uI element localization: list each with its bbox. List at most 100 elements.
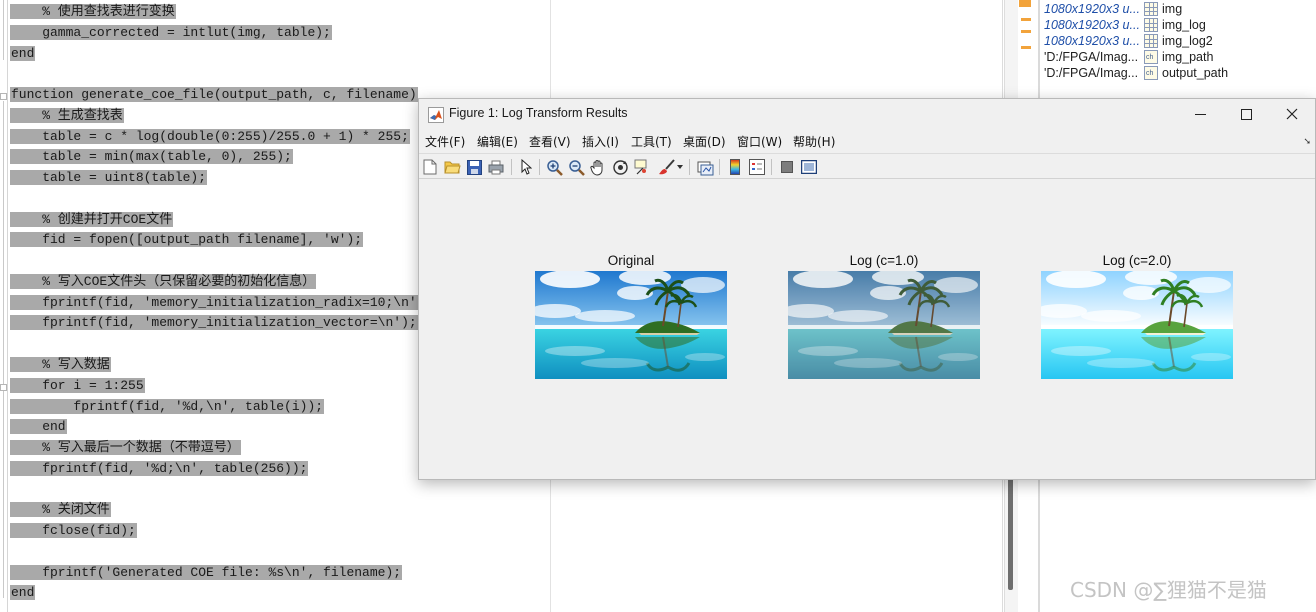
- code-line[interactable]: % 使用查找表进行变换: [10, 2, 1004, 23]
- code-line[interactable]: gamma_corrected = intlut(img, table);: [10, 23, 1004, 44]
- menu-edit[interactable]: 编辑(E): [477, 133, 518, 150]
- code-line[interactable]: [10, 480, 1004, 501]
- code-line[interactable]: [10, 542, 1004, 563]
- close-button[interactable]: [1269, 99, 1315, 129]
- watermark: CSDN @∑狸猫不是猫: [1070, 578, 1267, 602]
- image-log-c1[interactable]: [788, 271, 980, 379]
- char-variable-icon: [1144, 50, 1158, 66]
- workspace-variable-row[interactable]: 'D:/FPGA/Imag... img_path: [1040, 49, 1316, 66]
- toolbar-separator: [539, 159, 540, 175]
- workspace-variable-value: 'D:/FPGA/Imag...: [1044, 66, 1139, 80]
- menu-help[interactable]: 帮助(H): [793, 133, 835, 150]
- pan-hand-icon[interactable]: [589, 158, 607, 176]
- code-analyzer-mark[interactable]: [1021, 30, 1031, 33]
- code-line-text: fprintf('Generated COE file: %s\n', file…: [10, 564, 403, 580]
- axes-title-log1: Log (c=1.0): [849, 253, 919, 268]
- brush-icon[interactable]: [657, 158, 675, 176]
- axes-title-log2: Log (c=2.0): [1102, 253, 1172, 268]
- code-line-text: end: [10, 419, 67, 435]
- workspace-variable-row[interactable]: 1080x1920x3 u... img: [1040, 1, 1316, 17]
- code-line[interactable]: end: [10, 44, 1004, 65]
- hide-plot-tools-icon[interactable]: [778, 158, 796, 176]
- menu-window[interactable]: 窗口(W): [737, 133, 782, 150]
- image-log-c2[interactable]: [1041, 271, 1233, 379]
- new-file-icon[interactable]: [421, 158, 439, 176]
- axes-title-original: Original: [607, 253, 655, 268]
- figure-menubar: 文件(F) 编辑(E) 查看(V) 插入(I) 工具(T) 桌面(D) 窗口(W…: [419, 131, 1315, 152]
- open-file-icon[interactable]: [443, 158, 461, 176]
- code-line-text: fprintf(fid, 'memory_initialization_vect…: [10, 315, 418, 331]
- workspace-variable-value: 1080x1920x3 u...: [1044, 34, 1140, 48]
- fold-guide-line: [3, 101, 4, 598]
- code-line[interactable]: % 关闭文件: [10, 500, 1004, 521]
- code-line-text: fprintf(fid, '%d,\n', table(i));: [10, 398, 325, 414]
- workspace-variable-row[interactable]: 1080x1920x3 u... img_log2: [1040, 33, 1316, 49]
- code-line-text: gamma_corrected = intlut(img, table);: [10, 24, 332, 40]
- workspace-variable-name: output_path: [1162, 66, 1229, 80]
- menu-insert[interactable]: 插入(I): [582, 133, 619, 150]
- code-line-text: fid = fopen([output_path filename], 'w')…: [10, 232, 364, 248]
- select-arrow-icon[interactable]: [517, 158, 535, 176]
- code-line-text: fprintf(fid, '%d;\n', table(256));: [10, 460, 309, 476]
- code-line-text: fclose(fid);: [10, 523, 137, 539]
- figure-titlebar[interactable]: Figure 1: Log Transform Results: [419, 99, 1315, 129]
- toolbar-separator: [689, 159, 690, 175]
- show-plot-tools-icon[interactable]: [800, 158, 818, 176]
- code-line[interactable]: fclose(fid);: [10, 521, 1004, 542]
- toolbar-separator: [511, 159, 512, 175]
- data-cursor-icon[interactable]: [633, 158, 651, 176]
- code-line-text: fprintf(fid, 'memory_initialization_radi…: [10, 294, 434, 310]
- code-line-text: table = min(max(table, 0), 255);: [10, 149, 293, 165]
- workspace-variable-name: img: [1162, 2, 1183, 16]
- menu-file[interactable]: 文件(F): [425, 133, 465, 150]
- code-line-text: % 创建并打开COE文件: [10, 211, 174, 227]
- matlab-logo-icon: [428, 107, 444, 123]
- code-line-text: for i = 1:255: [10, 377, 145, 393]
- legend-icon[interactable]: [748, 158, 766, 176]
- toolbar-separator: [771, 159, 772, 175]
- code-line-text: function generate_coe_file(output_path, …: [10, 87, 418, 103]
- print-icon[interactable]: [487, 158, 505, 176]
- workspace-variable-value: 1080x1920x3 u...: [1044, 2, 1140, 16]
- code-line-text: table = c * log(double(0:255)/255.0 + 1)…: [10, 128, 410, 144]
- save-icon[interactable]: [465, 158, 483, 176]
- fold-marker[interactable]: [0, 384, 7, 391]
- code-analyzer-mark[interactable]: [1021, 18, 1031, 21]
- array-variable-icon: [1144, 34, 1158, 48]
- code-line-text: % 生成查找表: [10, 107, 124, 123]
- rotate-3d-icon[interactable]: [611, 158, 629, 176]
- code-line-text: % 写入数据: [10, 357, 111, 373]
- array-variable-icon: [1144, 2, 1158, 16]
- code-line[interactable]: end: [10, 583, 1004, 604]
- code-analyzer-mark[interactable]: [1021, 46, 1031, 49]
- workspace-variable-value: 1080x1920x3 u...: [1044, 18, 1140, 32]
- minimize-button[interactable]: [1177, 99, 1223, 129]
- menu-view[interactable]: 查看(V): [529, 133, 571, 150]
- toolbar-separator: [719, 159, 720, 175]
- image-original[interactable]: [535, 271, 727, 379]
- brush-dropdown-chevron-icon[interactable]: [675, 158, 685, 176]
- code-line[interactable]: fprintf('Generated COE file: %s\n', file…: [10, 563, 1004, 584]
- colorbar-icon[interactable]: [726, 158, 744, 176]
- zoom-in-icon[interactable]: [545, 158, 563, 176]
- code-line[interactable]: [10, 64, 1004, 85]
- menu-overflow-arrow-icon[interactable]: ➘: [1303, 137, 1311, 147]
- workspace-variable-name: img_log: [1162, 18, 1206, 32]
- menu-desktop[interactable]: 桌面(D): [683, 133, 726, 150]
- figure-canvas[interactable]: Original Log (c=1.0) Log (c=2.0): [419, 180, 1315, 479]
- workspace-variable-row[interactable]: 'D:/FPGA/Imag... output_path: [1040, 65, 1316, 82]
- workspace-variable-row[interactable]: 1080x1920x3 u... img_log: [1040, 17, 1316, 33]
- editor-scrollbar-thumb[interactable]: [1008, 478, 1013, 590]
- fold-marker[interactable]: [0, 93, 7, 100]
- code-line-text: % 写入最后一个数据（不带逗号）: [10, 440, 241, 456]
- code-line-text: % 关闭文件: [10, 502, 111, 518]
- code-analyzer-indicator[interactable]: [1019, 0, 1031, 7]
- maximize-button[interactable]: [1223, 99, 1269, 129]
- figure-toolbar: [419, 153, 1315, 179]
- menu-tools[interactable]: 工具(T): [631, 133, 672, 150]
- workspace-variable-name: img_log2: [1162, 34, 1213, 48]
- workspace-variable-name: img_path: [1162, 50, 1214, 64]
- close-icon: [1286, 108, 1298, 120]
- link-plot-icon[interactable]: [696, 158, 714, 176]
- zoom-out-icon[interactable]: [567, 158, 585, 176]
